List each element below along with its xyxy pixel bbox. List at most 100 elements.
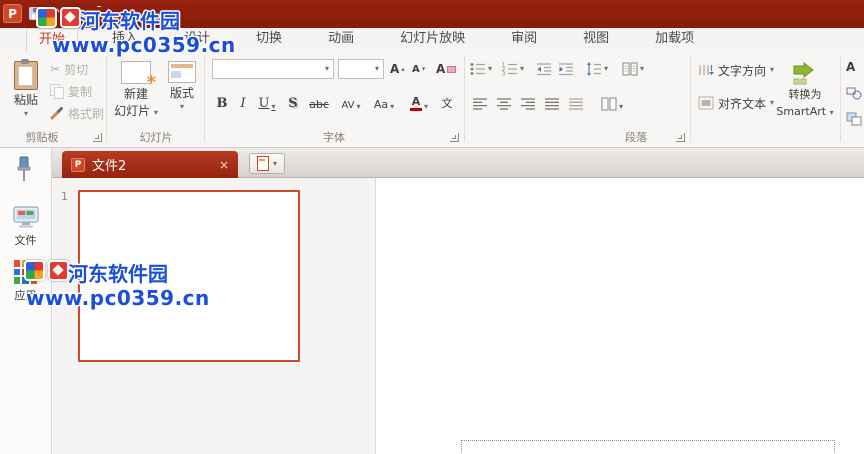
numbering-button[interactable]: 123 ▾ bbox=[502, 59, 524, 79]
sidebar-item-apps[interactable]: 应用 bbox=[0, 260, 51, 303]
tab-addins[interactable]: 加载项 bbox=[643, 28, 706, 52]
paste-clipboard-icon bbox=[14, 59, 38, 90]
close-tab-icon[interactable]: × bbox=[219, 159, 229, 171]
slide-thumbnail-selected[interactable] bbox=[78, 190, 300, 362]
grow-font-icon: A bbox=[390, 62, 400, 76]
redo-icon: ↷ bbox=[72, 6, 84, 21]
font-name-combobox[interactable]: ▾ bbox=[212, 59, 334, 79]
document-tab-active[interactable]: P 文件2 × bbox=[62, 151, 238, 178]
asian-layout-button[interactable]: 文 bbox=[438, 92, 456, 114]
increase-indent-icon bbox=[559, 63, 573, 76]
pin-tab-bar-button[interactable] bbox=[14, 156, 34, 186]
left-sidebar: 文件 应用 bbox=[0, 148, 52, 454]
grow-font-button[interactable]: A ▴ bbox=[390, 59, 405, 79]
bullets-button[interactable]: ▾ bbox=[470, 59, 492, 79]
redo-button[interactable]: ↷ ▾ bbox=[73, 7, 90, 20]
arrow-down-icon: ▾ bbox=[421, 65, 426, 73]
tab-view[interactable]: 视图 bbox=[571, 28, 621, 52]
undo-button[interactable]: ↶ ▾ bbox=[49, 7, 66, 20]
file-window-icon bbox=[13, 206, 38, 228]
new-slide-button[interactable]: * 新建 幻灯片 ▾ bbox=[112, 56, 160, 138]
format-painter-button[interactable]: 格式刷 bbox=[50, 104, 104, 122]
line-spacing-icon bbox=[587, 62, 601, 76]
strikethrough-button[interactable]: abc bbox=[306, 92, 332, 114]
sidebar-apps-label: 应用 bbox=[14, 289, 37, 302]
paragraph-dialog-launcher-icon[interactable] bbox=[676, 133, 685, 142]
align-left-button[interactable] bbox=[470, 92, 490, 114]
customize-qat-button[interactable]: ▾ bbox=[96, 6, 101, 21]
align-center-icon bbox=[497, 98, 511, 110]
font-color-icon: A bbox=[409, 96, 422, 111]
font-dialog-launcher-icon[interactable] bbox=[450, 133, 459, 142]
convert-to-smartart-button[interactable]: 转换为 SmartArt ▾ bbox=[774, 56, 836, 138]
increase-indent-button[interactable] bbox=[558, 59, 574, 79]
distribute-button[interactable] bbox=[566, 92, 586, 114]
decrease-indent-button[interactable] bbox=[536, 59, 552, 79]
sidebar-item-file[interactable]: 文件 bbox=[0, 206, 51, 248]
smartart-icon bbox=[793, 61, 814, 85]
text-box-button[interactable]: A bbox=[846, 60, 855, 74]
clear-formatting-button[interactable]: A bbox=[436, 59, 457, 79]
brush-icon bbox=[50, 107, 63, 120]
new-slide-icon: * bbox=[121, 61, 156, 93]
distribute-icon bbox=[569, 98, 583, 110]
layout-icon bbox=[168, 61, 196, 83]
ribbon-tab-strip: 开始 插入 设计 切换 动画 幻灯片放映 审阅 视图 加载项 bbox=[0, 28, 864, 52]
new-document-tab-button[interactable]: ▾ bbox=[249, 153, 285, 174]
tab-insert[interactable]: 插入 bbox=[100, 28, 150, 52]
slide-editing-area[interactable] bbox=[375, 178, 864, 454]
justify-button[interactable] bbox=[542, 92, 562, 114]
app-logo-icon[interactable]: P bbox=[3, 4, 22, 23]
add-remove-columns-button[interactable]: ▾ bbox=[598, 92, 626, 114]
shrink-font-button[interactable]: A ▾ bbox=[412, 59, 425, 79]
chevron-down-icon: ▾ bbox=[374, 64, 379, 73]
font-size-combobox[interactable]: ▾ bbox=[338, 59, 384, 79]
tab-transitions[interactable]: 切换 bbox=[244, 28, 294, 52]
bold-button[interactable]: B bbox=[212, 92, 232, 114]
underline-button[interactable]: U ▾ bbox=[254, 92, 280, 114]
shapes-button[interactable] bbox=[846, 86, 862, 100]
copy-label: 复制 bbox=[68, 84, 93, 99]
text-direction-button[interactable]: 文字方向 ▾ bbox=[698, 59, 774, 81]
clipboard-group-label: 剪贴板 bbox=[25, 131, 59, 144]
columns-button[interactable]: ▾ bbox=[622, 59, 644, 79]
tab-slideshow[interactable]: 幻灯片放映 bbox=[388, 28, 477, 52]
arrange-icon bbox=[846, 112, 862, 126]
tab-design[interactable]: 设计 bbox=[172, 28, 222, 52]
change-case-button[interactable]: Aa ▾ bbox=[370, 92, 398, 114]
line-spacing-button[interactable]: ▾ bbox=[586, 59, 608, 79]
new-slide-label-line1: 新建 bbox=[123, 87, 148, 101]
tab-review[interactable]: 审阅 bbox=[499, 28, 549, 52]
align-right-button[interactable] bbox=[518, 92, 538, 114]
tab-animations[interactable]: 动画 bbox=[316, 28, 366, 52]
text-shadow-button[interactable]: S bbox=[284, 92, 302, 114]
italic-button[interactable]: I bbox=[234, 92, 252, 114]
font-group-label: 字体 bbox=[323, 131, 345, 144]
character-spacing-button[interactable]: AV ▾ bbox=[336, 92, 366, 114]
smartart-label-line1: 转换为 bbox=[788, 88, 822, 101]
layout-button[interactable]: 版式 ▾ bbox=[162, 56, 202, 138]
copy-button[interactable]: 复制 bbox=[50, 82, 92, 100]
titlebar: P ↶ ▾ ↷ ▾ ▾ bbox=[0, 0, 864, 28]
undo-icon: ↶ bbox=[49, 6, 60, 21]
paste-button[interactable]: 粘贴 ▾ bbox=[6, 56, 46, 138]
columns-icon bbox=[601, 97, 617, 111]
text-direction-label: 文字方向 bbox=[718, 63, 767, 78]
document-tab-bar: P 文件2 × ▾ bbox=[52, 148, 864, 178]
align-right-icon bbox=[521, 98, 535, 110]
layout-label: 版式 bbox=[169, 86, 194, 100]
text-placeholder-outline[interactable] bbox=[461, 440, 835, 454]
format-painter-label: 格式刷 bbox=[68, 106, 105, 121]
chevron-down-icon: ▾ bbox=[96, 6, 101, 21]
justify-icon bbox=[545, 98, 559, 110]
cut-button[interactable]: ✂ 剪切 bbox=[50, 60, 88, 78]
copy-icon bbox=[50, 84, 64, 99]
clipboard-dialog-launcher-icon[interactable] bbox=[93, 133, 102, 142]
font-color-button[interactable]: A ▾ bbox=[406, 92, 432, 114]
arrow-up-icon: ▴ bbox=[401, 65, 405, 73]
align-text-button[interactable]: 对齐文本 ▾ bbox=[698, 92, 774, 114]
align-center-button[interactable] bbox=[494, 92, 514, 114]
tab-home[interactable]: 开始 bbox=[26, 28, 79, 52]
save-icon[interactable] bbox=[29, 7, 42, 20]
arrange-button[interactable] bbox=[846, 112, 862, 126]
